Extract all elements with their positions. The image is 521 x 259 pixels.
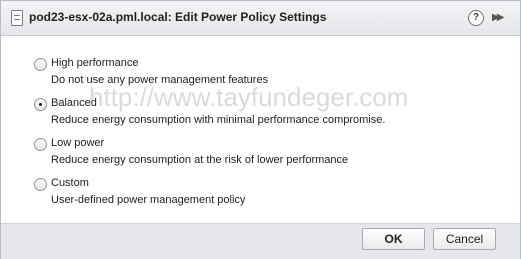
dialog-footer: OK Cancel — [1, 223, 520, 259]
option-description: User-defined power management policy — [51, 194, 246, 206]
cancel-button[interactable]: Cancel — [433, 228, 496, 250]
policy-options: High performance Do not use any power ma… — [1, 36, 520, 222]
radio-custom[interactable] — [34, 178, 47, 191]
option-description: Reduce energy consumption with minimal p… — [51, 114, 386, 126]
radio-low-power[interactable] — [34, 138, 47, 151]
option-label: Low power — [51, 137, 105, 149]
radio-balanced[interactable] — [34, 98, 47, 111]
option-description: Reduce energy consumption at the risk of… — [51, 154, 349, 166]
forward-icon[interactable]: ▶▶ — [492, 12, 505, 23]
dialog-title: pod23-esx-02a.pml.local: Edit Power Poli… — [29, 10, 327, 24]
ok-button[interactable]: OK — [362, 228, 425, 250]
option-label: Balanced — [51, 97, 97, 109]
host-icon — [11, 10, 23, 26]
dialog-titlebar: pod23-esx-02a.pml.local: Edit Power Poli… — [1, 1, 520, 36]
help-icon[interactable]: ? — [468, 10, 484, 26]
option-description: Do not use any power management features — [51, 74, 269, 86]
edit-power-policy-dialog: pod23-esx-02a.pml.local: Edit Power Poli… — [0, 0, 521, 259]
option-label: High performance — [51, 57, 139, 69]
option-label: Custom — [51, 177, 89, 189]
radio-high-performance[interactable] — [34, 58, 47, 71]
